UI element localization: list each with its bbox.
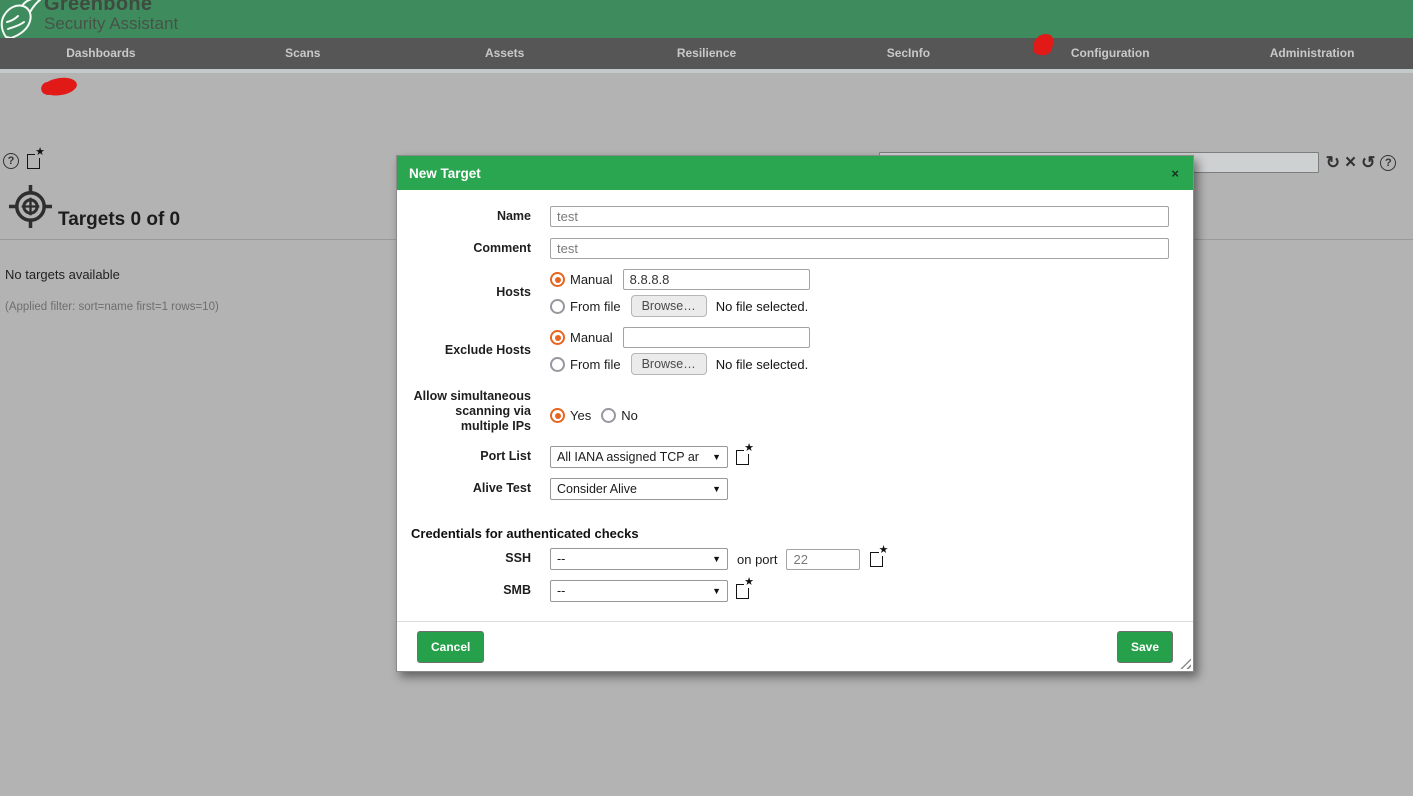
exclude-hosts-browse-button[interactable]: Browse… [631,353,707,375]
empty-message: No targets available [5,267,120,282]
chevron-down-icon: ▼ [712,554,721,564]
ssh-label: SSH [411,548,531,566]
hosts-from-file-label: From file [570,299,621,314]
nav-item-dashboards[interactable]: Dashboards [0,38,202,69]
filter-icons: ↻ × ↺ ? [1326,153,1397,172]
ssh-port-input[interactable] [786,549,860,570]
delete-filter-icon[interactable]: × [1345,153,1356,172]
top-bar: Greenbone Security Assistant [0,0,1413,38]
greenbone-logo [0,0,42,41]
close-icon[interactable]: × [1169,166,1181,181]
alive-test-select[interactable]: Consider Alive ▼ [550,478,728,500]
refresh-filter-icon[interactable]: ↻ [1326,154,1340,171]
new-target-icon[interactable]: ★ [27,154,40,169]
brand-line1: Greenbone [44,0,178,15]
hosts-no-file-text: No file selected. [716,299,809,314]
hosts-manual-radio[interactable] [550,272,565,287]
exclude-hosts-manual-input[interactable] [623,327,810,348]
cancel-button[interactable]: Cancel [417,631,484,663]
dialog-title: New Target [409,166,1169,181]
chevron-down-icon: ▼ [712,484,721,494]
filter-help-icon[interactable]: ? [1380,155,1396,171]
chevron-down-icon: ▼ [712,452,721,462]
new-target-dialog: New Target × Name Comment Hosts Manual [396,155,1194,672]
alive-test-label: Alive Test [411,478,531,496]
star-icon: ★ [35,147,45,158]
exclude-hosts-no-file-text: No file selected. [716,357,809,372]
new-smb-credential-icon[interactable]: ★ [736,584,749,599]
main-nav: Dashboards Scans Assets Resilience SecIn… [0,38,1413,69]
exclude-hosts-label: Exclude Hosts [411,327,531,358]
nav-item-assets[interactable]: Assets [404,38,606,69]
applied-filter-note: (Applied filter: sort=name first=1 rows=… [5,301,219,313]
ssh-on-port-label: on port [737,552,777,567]
smb-label: SMB [411,580,531,598]
name-label: Name [411,206,531,224]
nav-item-scans[interactable]: Scans [202,38,404,69]
hosts-manual-input[interactable] [623,269,810,290]
dialog-body: Name Comment Hosts Manual From file Brow… [397,190,1193,621]
name-field[interactable] [550,206,1169,227]
ssh-credential-select[interactable]: -- ▼ [550,548,728,570]
help-icon[interactable]: ? [3,153,19,169]
allow-simultaneous-yes-radio[interactable] [550,408,565,423]
allow-simultaneous-yes-label: Yes [570,408,591,423]
nav-item-resilience[interactable]: Resilience [606,38,808,69]
new-port-list-icon[interactable]: ★ [736,450,749,465]
target-icon [8,184,53,229]
chevron-down-icon: ▼ [712,586,721,596]
hosts-manual-label: Manual [570,272,613,287]
reset-filter-icon[interactable]: ↺ [1361,154,1375,171]
credentials-heading: Credentials for authenticated checks [411,526,1173,541]
brand-line2: Security Assistant [44,15,178,33]
exclude-hosts-manual-radio[interactable] [550,330,565,345]
allow-simultaneous-no-label: No [621,408,638,423]
smb-credential-select[interactable]: -- ▼ [550,580,728,602]
nav-item-administration[interactable]: Administration [1211,38,1413,69]
page-title: Targets 0 of 0 [58,209,180,231]
save-button[interactable]: Save [1117,631,1173,663]
brand: Greenbone Security Assistant [44,0,178,33]
hosts-label: Hosts [411,269,531,300]
allow-simultaneous-label: Allow simultaneous scanning via multiple… [411,386,531,434]
page-toolbar: ? ★ [3,153,40,169]
hosts-from-file-radio[interactable] [550,299,565,314]
nav-item-secinfo[interactable]: SecInfo [807,38,1009,69]
port-list-label: Port List [411,446,531,464]
exclude-hosts-from-file-label: From file [570,357,621,372]
exclude-hosts-from-file-radio[interactable] [550,357,565,372]
comment-label: Comment [411,238,531,256]
comment-field[interactable] [550,238,1169,259]
new-ssh-credential-icon[interactable]: ★ [870,552,883,567]
dialog-footer: Cancel Save [397,621,1193,672]
hosts-browse-button[interactable]: Browse… [631,295,707,317]
exclude-hosts-manual-label: Manual [570,330,613,345]
allow-simultaneous-no-radio[interactable] [601,408,616,423]
port-list-select[interactable]: All IANA assigned TCP ar ▼ [550,446,728,468]
dialog-header[interactable]: New Target × [397,156,1193,190]
